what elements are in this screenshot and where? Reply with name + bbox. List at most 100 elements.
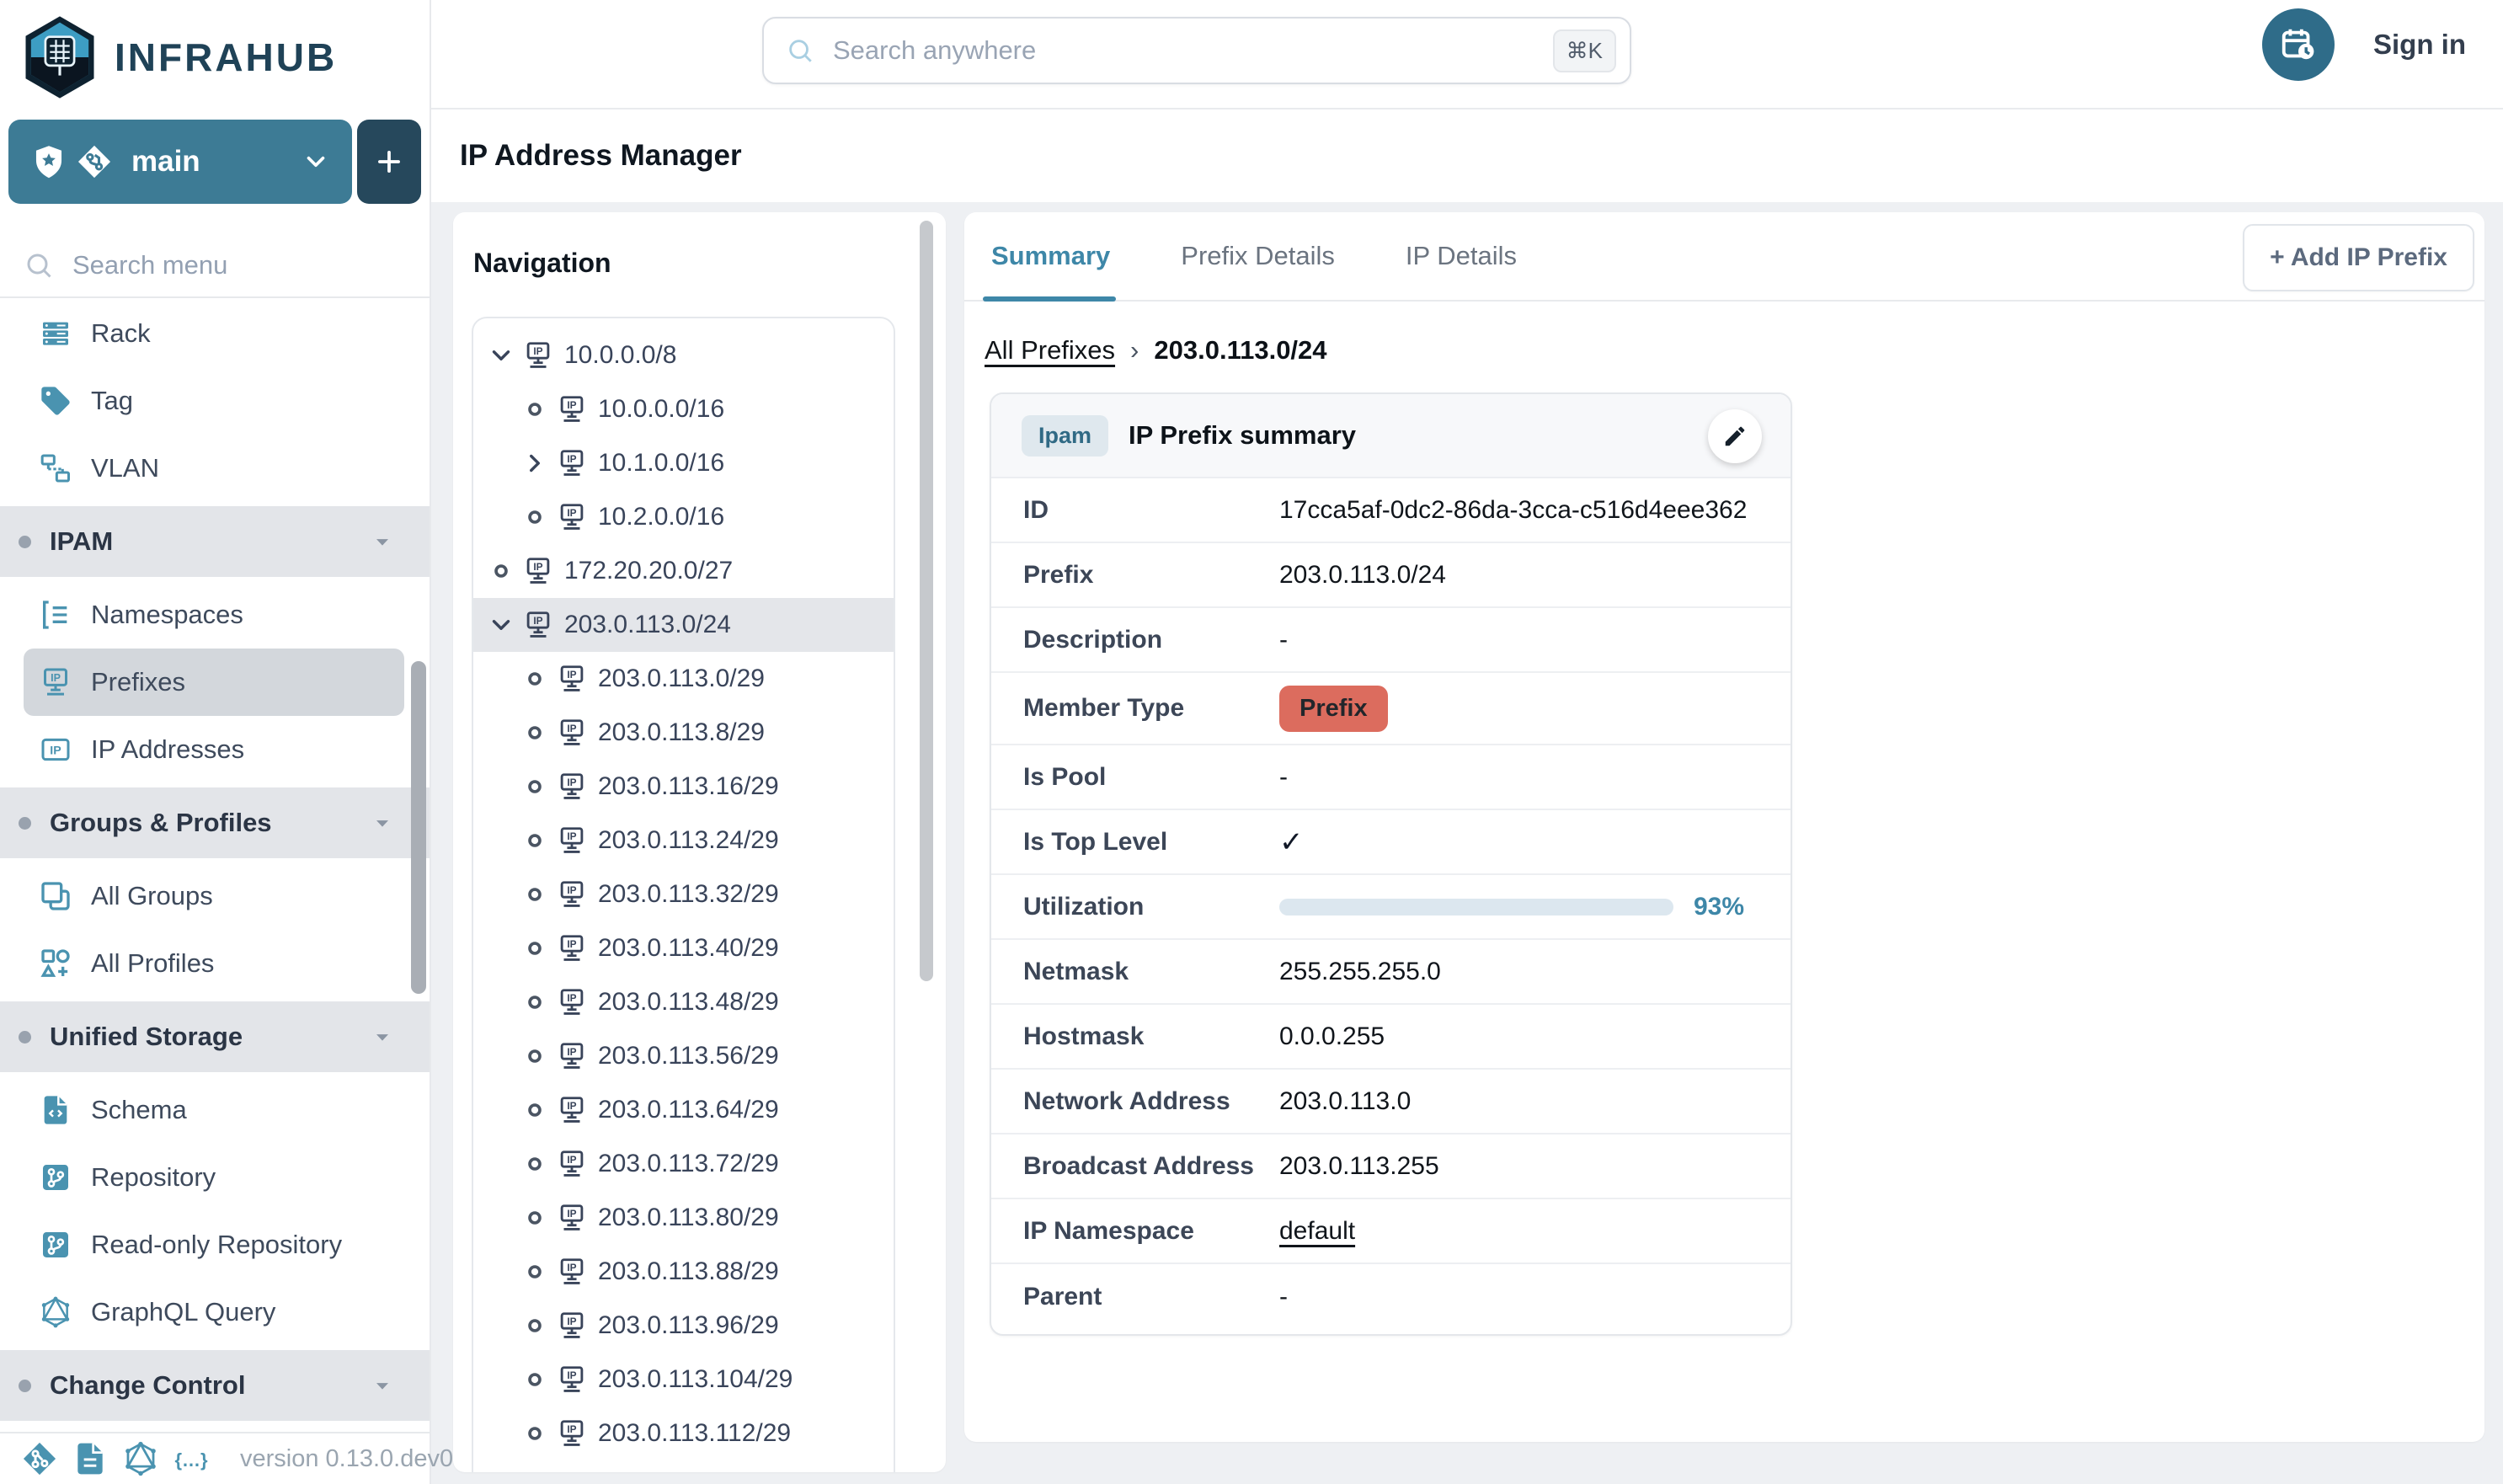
repository-icon xyxy=(39,1161,72,1194)
sidebar-item-rack[interactable]: Rack xyxy=(24,300,404,367)
sidebar-section-unified-storage[interactable]: Unified Storage xyxy=(0,1001,430,1072)
circle-icon xyxy=(520,826,549,855)
git-icon[interactable] xyxy=(21,1440,58,1477)
tree-item-10-0-0-0-8[interactable]: IP10.0.0.0/8 xyxy=(473,328,894,382)
sidebar-item-namespaces[interactable]: Namespaces xyxy=(24,581,404,649)
tree-item-203-0-113-88-29[interactable]: IP203.0.113.88/29 xyxy=(473,1245,894,1299)
sidebar-item-schema[interactable]: Schema xyxy=(24,1076,404,1144)
tree-item-10-0-0-0-16[interactable]: IP10.0.0.0/16 xyxy=(473,382,894,436)
tree-item-203-0-113-64-29[interactable]: IP203.0.113.64/29 xyxy=(473,1083,894,1137)
tree-item-203-0-113-0-29[interactable]: IP203.0.113.0/29 xyxy=(473,652,894,706)
ip-network-icon: IP xyxy=(522,555,554,587)
svg-text:IP: IP xyxy=(567,1208,576,1220)
tree-item-203-0-113-32-29[interactable]: IP203.0.113.32/29 xyxy=(473,867,894,921)
app-logo[interactable]: INFRAHUB xyxy=(0,0,430,103)
sidebar-item-read-only-repository[interactable]: Read-only Repository xyxy=(24,1211,404,1278)
row-value: 0.0.0.255 xyxy=(1279,1022,1385,1051)
schedule-avatar-button[interactable] xyxy=(2262,8,2335,81)
ip-network-icon: IP xyxy=(556,1148,588,1180)
tree-item-10-2-0-0-16[interactable]: IP10.2.0.0/16 xyxy=(473,490,894,544)
svg-text:IP: IP xyxy=(533,561,542,573)
tree-item-203-0-113-120-29[interactable]: IP203.0.113.120/29 xyxy=(473,1460,894,1472)
circle-icon xyxy=(520,718,549,747)
tree-item-203-0-113-48-29[interactable]: IP203.0.113.48/29 xyxy=(473,975,894,1029)
row-value: 203.0.113.0 xyxy=(1279,1087,1411,1116)
bullet-dot-icon xyxy=(19,817,31,830)
tree-item-203-0-113-16-29[interactable]: IP203.0.113.16/29 xyxy=(473,760,894,814)
sign-in-button[interactable]: Sign in xyxy=(2373,0,2466,89)
circle-icon xyxy=(520,934,549,963)
tree-item-203-0-113-104-29[interactable]: IP203.0.113.104/29 xyxy=(473,1353,894,1407)
tree-item-label: 203.0.113.64/29 xyxy=(598,1096,779,1124)
chevron-down-icon[interactable] xyxy=(487,611,515,639)
row-label: Member Type xyxy=(1023,694,1279,723)
tab-summary[interactable]: Summary xyxy=(991,241,1110,271)
namespaces-icon xyxy=(39,598,72,632)
row-value: - xyxy=(1279,626,1288,654)
sidebar-section-ipam[interactable]: IPAM xyxy=(0,506,430,577)
sidebar-item-label: Schema xyxy=(91,1095,187,1125)
tree-item-203-0-113-24-29[interactable]: IP203.0.113.24/29 xyxy=(473,814,894,867)
tree-item-203-0-113-0-24[interactable]: IP203.0.113.0/24 xyxy=(473,598,894,652)
sidebar-item-repository[interactable]: Repository xyxy=(24,1144,404,1211)
tree-item-203-0-113-112-29[interactable]: IP203.0.113.112/29 xyxy=(473,1407,894,1460)
tab-prefix-details[interactable]: Prefix Details xyxy=(1181,241,1335,271)
sidebar-item-all-groups[interactable]: All Groups xyxy=(24,862,404,930)
ip-namespace-link[interactable]: default xyxy=(1279,1217,1355,1246)
circle-icon xyxy=(520,665,549,693)
tree-item-172-20-20-0-27[interactable]: IP172.20.20.0/27 xyxy=(473,544,894,598)
row-value: 17cca5af-0dc2-86da-3cca-c516d4eee362 xyxy=(1279,496,1747,525)
ip-network-icon: IP xyxy=(556,825,588,857)
add-ip-prefix-button[interactable]: + Add IP Prefix xyxy=(2243,224,2474,291)
tree-item-203-0-113-8-29[interactable]: IP203.0.113.8/29 xyxy=(473,706,894,760)
tree-item-203-0-113-40-29[interactable]: IP203.0.113.40/29 xyxy=(473,921,894,975)
graphql-icon[interactable] xyxy=(122,1440,159,1477)
sidebar-item-graphql-query[interactable]: GraphQL Query xyxy=(24,1278,404,1346)
add-branch-button[interactable] xyxy=(357,120,421,204)
row-label: Is Pool xyxy=(1023,763,1279,792)
braces-icon[interactable]: {…} xyxy=(173,1440,210,1477)
sidebar-scrollbar[interactable] xyxy=(411,661,426,994)
chevron-right-icon[interactable] xyxy=(520,449,549,478)
ip-prefix-summary-card: Ipam IP Prefix summary ID17cca5af-0dc2-8… xyxy=(990,392,1792,1336)
sidebar-search-input[interactable] xyxy=(71,249,352,281)
row-label: Network Address xyxy=(1023,1087,1279,1116)
page-title: IP Address Manager xyxy=(460,139,742,173)
search-shortcut-badge: ⌘K xyxy=(1553,29,1616,72)
tree-item-203-0-113-72-29[interactable]: IP203.0.113.72/29 xyxy=(473,1137,894,1191)
tree-item-203-0-113-56-29[interactable]: IP203.0.113.56/29 xyxy=(473,1029,894,1083)
plus-icon xyxy=(373,146,405,178)
circle-icon xyxy=(520,1419,549,1448)
svg-text:IP: IP xyxy=(567,1423,576,1435)
ip-network-icon: IP xyxy=(39,665,72,699)
pencil-icon xyxy=(1722,424,1748,449)
breadcrumb-all-prefixes-link[interactable]: All Prefixes xyxy=(985,335,1115,366)
circle-icon xyxy=(520,988,549,1017)
summary-row-member-type: Member TypePrefix xyxy=(991,673,1791,745)
tree-item-label: 10.2.0.0/16 xyxy=(598,503,724,531)
tree-item-203-0-113-80-29[interactable]: IP203.0.113.80/29 xyxy=(473,1191,894,1245)
document-icon[interactable] xyxy=(72,1440,109,1477)
sidebar-item-all-profiles[interactable]: All Profiles xyxy=(24,930,404,997)
edit-button[interactable] xyxy=(1708,409,1762,463)
svg-text:IP: IP xyxy=(567,1369,576,1381)
global-search: ⌘K xyxy=(762,17,1631,84)
tree-scrollbar[interactable] xyxy=(920,221,933,981)
sidebar-section-groups-profiles[interactable]: Groups & Profiles xyxy=(0,787,430,858)
branch-selector[interactable]: main xyxy=(8,120,352,204)
tab-ip-details[interactable]: IP Details xyxy=(1406,241,1517,271)
ip-network-icon: IP xyxy=(556,1471,588,1472)
sidebar-item-prefixes[interactable]: IP Prefixes xyxy=(24,649,404,716)
tree-item-203-0-113-96-29[interactable]: IP203.0.113.96/29 xyxy=(473,1299,894,1353)
sidebar-section-change-control[interactable]: Change Control xyxy=(0,1350,430,1421)
chevron-down-icon[interactable] xyxy=(487,341,515,370)
sidebar-item-label: Prefixes xyxy=(91,667,185,697)
sidebar-item-tag[interactable]: Tag xyxy=(24,367,404,435)
sidebar-item-vlan[interactable]: VLAN xyxy=(24,435,404,502)
row-label: Parent xyxy=(1023,1283,1279,1311)
global-search-input[interactable] xyxy=(831,35,1536,67)
sidebar-item-label: VLAN xyxy=(91,453,159,483)
triangle-down-icon xyxy=(371,1374,394,1397)
sidebar-item-ip-addresses[interactable]: IPIP Addresses xyxy=(24,716,404,783)
tree-item-10-1-0-0-16[interactable]: IP10.1.0.0/16 xyxy=(473,436,894,490)
